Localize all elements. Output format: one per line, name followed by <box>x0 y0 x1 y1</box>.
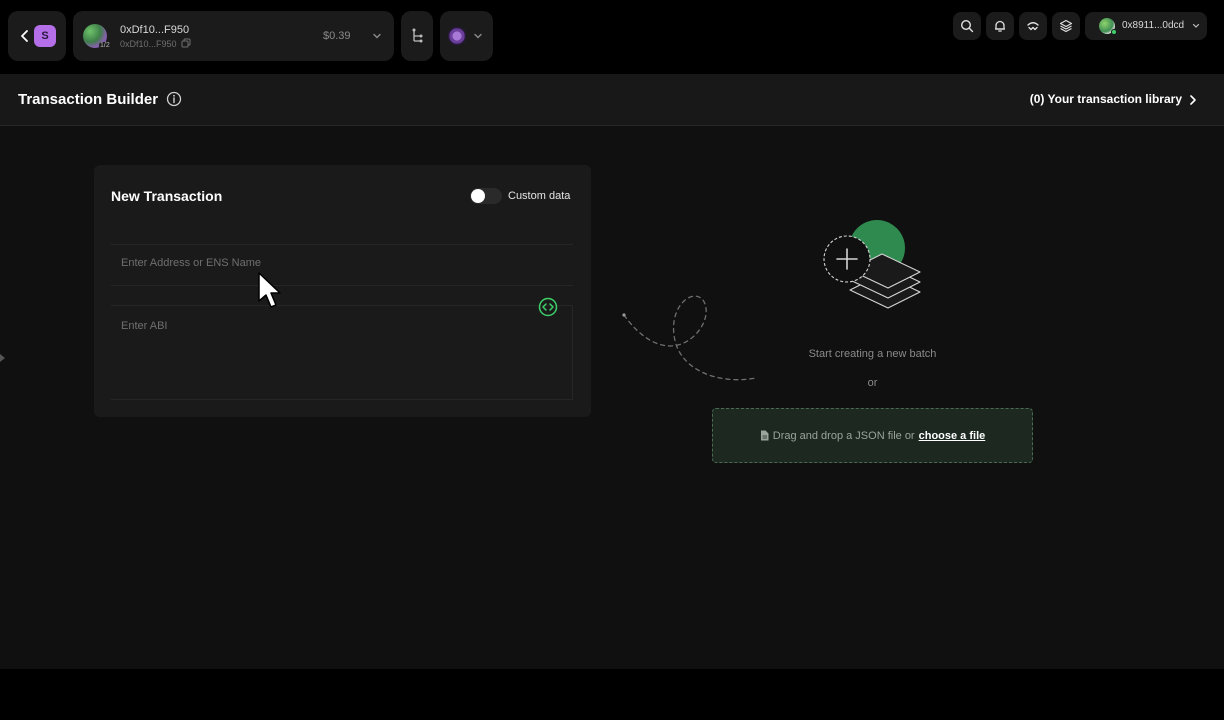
custom-data-toggle[interactable] <box>470 188 502 204</box>
bell-icon <box>995 20 1005 32</box>
custom-data-label: Custom data <box>508 190 571 202</box>
network-logo <box>448 27 466 45</box>
info-icon[interactable] <box>166 91 182 107</box>
batch-illustration <box>823 220 921 309</box>
chevron-left-icon[interactable] <box>17 27 33 45</box>
search-button[interactable] <box>953 12 981 40</box>
address-field <box>111 244 573 286</box>
page-title: Transaction Builder <box>18 91 159 108</box>
transaction-library-link[interactable]: (0) Your transaction library <box>1030 92 1182 106</box>
nested-safes-button[interactable] <box>401 11 433 61</box>
connected-status-dot <box>1111 29 1117 35</box>
search-icon <box>960 19 974 33</box>
account-selector[interactable]: 1/2 0xDf10...F950 0xDf10...F950 $0.39 <box>73 11 394 61</box>
chevron-right-icon <box>0 354 5 362</box>
toggle-knob <box>471 189 485 203</box>
copy-icon[interactable] <box>181 38 191 48</box>
apps-button[interactable] <box>1052 12 1080 40</box>
footer-area <box>0 669 1224 720</box>
card-title: New Transaction <box>111 188 223 204</box>
chevron-right-icon[interactable] <box>1187 93 1199 107</box>
abi-field <box>111 305 573 400</box>
safe-switcher[interactable]: S <box>8 11 66 61</box>
threshold-badge: 1/2 <box>99 42 111 49</box>
cursor-icon <box>258 272 281 308</box>
or-separator: or <box>867 377 878 389</box>
json-dropzone[interactable]: Drag and drop a JSON file or choose a fi… <box>712 408 1033 463</box>
layers-icon <box>1059 19 1073 33</box>
code-icon[interactable] <box>538 297 558 317</box>
choose-file-link[interactable]: choose a file <box>919 430 986 442</box>
network-selector[interactable] <box>440 11 493 61</box>
chevron-down-icon[interactable] <box>371 30 383 42</box>
chevron-down-icon <box>474 33 482 39</box>
account-name: 0xDf10...F950 <box>120 24 190 36</box>
tree-icon <box>412 28 423 43</box>
address-input[interactable] <box>121 257 541 269</box>
walletconnect-icon <box>1027 22 1039 31</box>
dropzone-text: Drag and drop a JSON file or <box>772 429 915 442</box>
page-header: Transaction Builder (0) Your transaction… <box>0 74 1224 126</box>
file-icon <box>760 430 769 441</box>
notifications-button[interactable] <box>986 12 1014 40</box>
dashed-arrow-decoration <box>622 295 757 381</box>
walletconnect-button[interactable] <box>1019 12 1047 40</box>
chevron-down-icon <box>1192 23 1200 28</box>
account-address: 0xDf10...F950 <box>120 39 177 49</box>
new-transaction-card: New Transaction Custom data <box>94 165 591 417</box>
safe-badge: S <box>34 25 56 47</box>
top-bar: S 1/2 0xDf10...F950 0xDf10...F950 $0.39 … <box>0 0 1224 74</box>
abi-input[interactable] <box>121 320 541 390</box>
user-address: 0x8911...0dcd <box>1122 20 1185 31</box>
empty-state-message: Start creating a new batch <box>808 348 937 360</box>
user-wallet-button[interactable]: 0x8911...0dcd <box>1085 12 1207 40</box>
account-balance: $0.39 <box>323 30 351 42</box>
